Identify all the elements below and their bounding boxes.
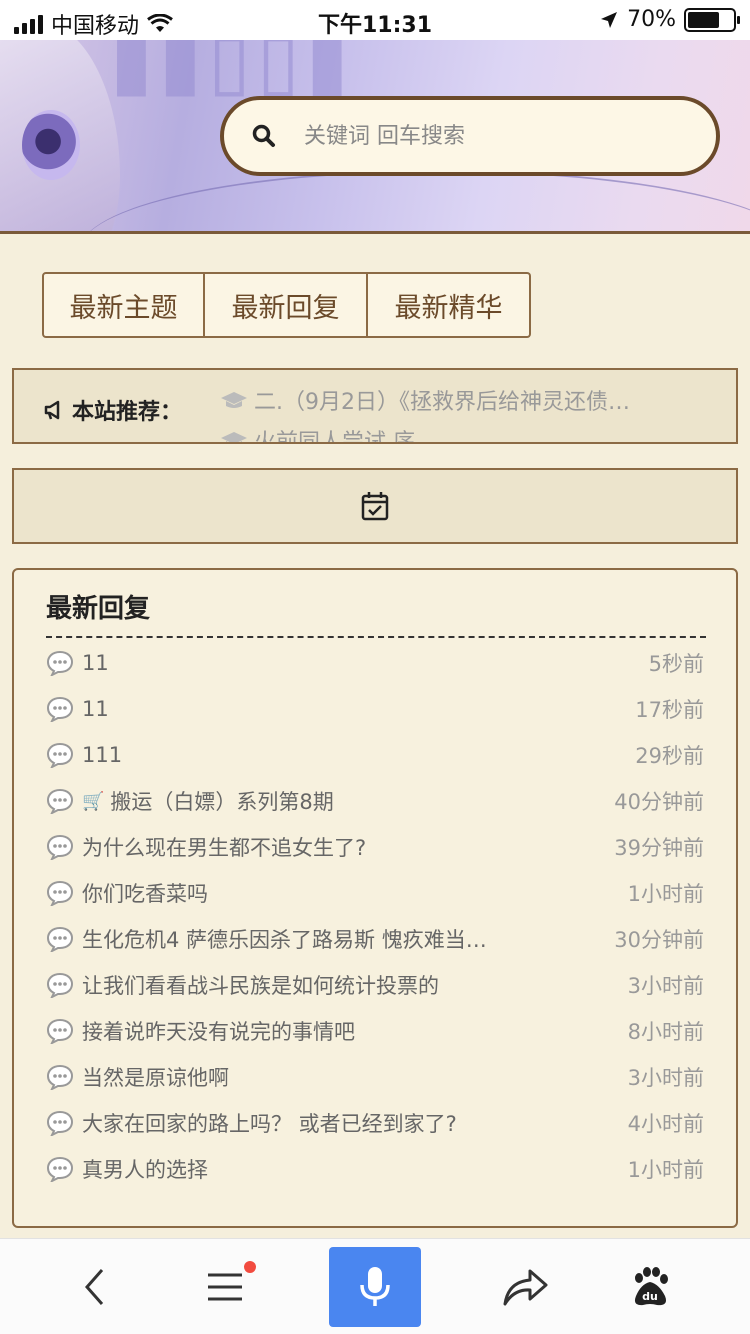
reply-title: 让我们看看战斗民族是如何统计投票的 xyxy=(82,974,439,998)
banner-character-eye xyxy=(22,110,80,180)
speech-bubble-icon xyxy=(46,1018,74,1044)
menu-button[interactable] xyxy=(180,1239,270,1334)
reply-row[interactable]: 11 17秒前 xyxy=(46,686,704,732)
reply-time: 30分钟前 xyxy=(614,928,704,952)
banner-decor-arc xyxy=(80,170,750,231)
reply-row[interactable]: 真男人的选择 1小时前 xyxy=(46,1146,704,1192)
reply-row[interactable]: 111 29秒前 xyxy=(46,732,704,778)
reply-time: 4小时前 xyxy=(627,1112,704,1136)
menu-icon xyxy=(208,1273,242,1301)
reply-time: 8小时前 xyxy=(627,1020,704,1044)
recommend-box: 本站推荐： 二.（9月2日）《拯救界后给神灵还债… 火前同人尝试 序 xyxy=(12,368,738,444)
reply-title: 真男人的选择 xyxy=(82,1158,208,1182)
sign-in-button[interactable] xyxy=(12,468,738,544)
reply-row[interactable]: 生化危机4 萨德乐因杀了路易斯 愧疚难当… 30分钟前 xyxy=(46,916,704,962)
battery-percent: 70% xyxy=(627,7,676,32)
reply-row[interactable]: 接着说昨天没有说完的事情吧 8小时前 xyxy=(46,1008,704,1054)
back-button[interactable] xyxy=(50,1239,140,1334)
notification-dot xyxy=(244,1261,256,1273)
reply-title: 11 xyxy=(82,651,109,675)
recommend-label-group: 本站推荐： xyxy=(44,394,182,426)
reply-title: 生化危机4 萨德乐因杀了路易斯 愧疚难当… xyxy=(82,928,487,952)
reply-title: 你们吃香菜吗 xyxy=(82,882,208,906)
reply-row[interactable]: 当然是原谅他啊 3小时前 xyxy=(46,1054,704,1100)
back-arrow-icon xyxy=(84,1269,104,1305)
reply-title: 111 xyxy=(82,743,123,767)
search-icon[interactable] xyxy=(224,123,304,149)
recommend-list: 二.（9月2日）《拯救界后给神灵还债… 火前同人尝试 序 xyxy=(220,380,720,444)
search-input[interactable] xyxy=(304,123,684,149)
speech-bubble-icon xyxy=(46,650,74,676)
speech-bubble-icon xyxy=(46,880,74,906)
speech-bubble-icon xyxy=(46,1156,74,1182)
reply-time: 3小时前 xyxy=(627,974,704,998)
share-icon xyxy=(503,1269,548,1306)
reply-title: 搬运（白嫖）系列第8期 xyxy=(110,790,334,814)
tab-latest-topics[interactable]: 最新主题 xyxy=(42,272,205,338)
recommend-item[interactable]: 二.（9月2日）《拯救界后给神灵还债… xyxy=(220,380,720,420)
graduation-cap-icon xyxy=(221,432,247,442)
speech-bubble-icon xyxy=(46,972,74,998)
reply-time: 17秒前 xyxy=(635,698,704,722)
divider xyxy=(46,636,706,638)
reply-time: 5秒前 xyxy=(648,652,704,676)
calendar-check-icon xyxy=(361,492,389,521)
speech-bubble-icon xyxy=(46,1110,74,1136)
recommend-item[interactable]: 火前同人尝试 序 xyxy=(220,420,720,444)
tab-latest-featured[interactable]: 最新精华 xyxy=(368,272,531,338)
recommend-item-title: 二.（9月2日）《拯救界后给神灵还债… xyxy=(254,390,630,415)
reply-title: 当然是原谅他啊 xyxy=(82,1066,229,1090)
reply-title: 接着说昨天没有说完的事情吧 xyxy=(82,1020,355,1044)
tab-bar: 最新主题 最新回复 最新精华 xyxy=(42,272,531,338)
search-box[interactable] xyxy=(220,96,720,176)
reply-time: 40分钟前 xyxy=(614,790,704,814)
speech-bubble-icon xyxy=(46,834,74,860)
speech-bubble-icon xyxy=(46,696,74,722)
speech-bubble-icon xyxy=(46,1064,74,1090)
status-bar: 中国移动 下午11:31 70% xyxy=(0,0,750,40)
speech-bubble-icon xyxy=(46,926,74,952)
recommend-label: 本站推荐： xyxy=(72,400,183,425)
reply-title: 为什么现在男生都不追女生了? xyxy=(82,836,367,860)
share-button[interactable] xyxy=(480,1239,570,1334)
voice-search-button[interactable] xyxy=(329,1247,421,1327)
reply-row[interactable]: 🛒 搬运（白嫖）系列第8期 40分钟前 xyxy=(46,778,704,824)
svg-text:du: du xyxy=(642,1290,658,1303)
reply-row[interactable]: 让我们看看战斗民族是如何统计投票的 3小时前 xyxy=(46,962,704,1008)
baidu-paw-icon: du xyxy=(634,1267,668,1306)
tab-latest-replies[interactable]: 最新回复 xyxy=(205,272,368,338)
recommend-item-title: 火前同人尝试 序 xyxy=(254,430,415,444)
microphone-icon xyxy=(360,1267,390,1306)
speech-bubble-icon xyxy=(46,788,74,814)
reply-time: 39分钟前 xyxy=(614,836,704,860)
reply-row[interactable]: 为什么现在男生都不追女生了? 39分钟前 xyxy=(46,824,704,870)
panel-title: 最新回复 xyxy=(46,594,151,624)
reply-time: 29秒前 xyxy=(635,744,704,768)
baidu-home-button[interactable]: du xyxy=(605,1239,695,1334)
reply-title: 大家在回家的路上吗？ 或者已经到家了? xyxy=(82,1112,457,1136)
location-arrow-icon xyxy=(601,11,618,28)
battery-group: 70% xyxy=(599,7,740,32)
reply-row[interactable]: 11 5秒前 xyxy=(46,640,704,686)
reply-row[interactable]: 你们吃香菜吗 1小时前 xyxy=(46,870,704,916)
speech-bubble-icon xyxy=(46,742,74,768)
reply-row[interactable]: 大家在回家的路上吗？ 或者已经到家了? 4小时前 xyxy=(46,1100,704,1146)
reply-time: 1小时前 xyxy=(627,1158,704,1182)
browser-toolbar: du xyxy=(0,1238,750,1334)
graduation-cap-icon xyxy=(221,392,247,408)
reply-time: 3小时前 xyxy=(627,1066,704,1090)
reply-list: 11 5秒前 11 17秒前 111 29秒前 🛒 搬运（白嫖）系列第8期 40分钟前为什么现在… xyxy=(46,640,704,1192)
megaphone-icon xyxy=(44,400,60,420)
battery-icon xyxy=(684,7,740,32)
cart-icon: 🛒 xyxy=(82,790,105,812)
latest-replies-panel: 最新回复 11 5秒前 11 17秒前 111 29秒前 🛒 搬运（白嫖）系列第8期 40分钟前… xyxy=(12,568,738,1228)
reply-time: 1小时前 xyxy=(627,882,704,906)
reply-title: 11 xyxy=(82,697,109,721)
